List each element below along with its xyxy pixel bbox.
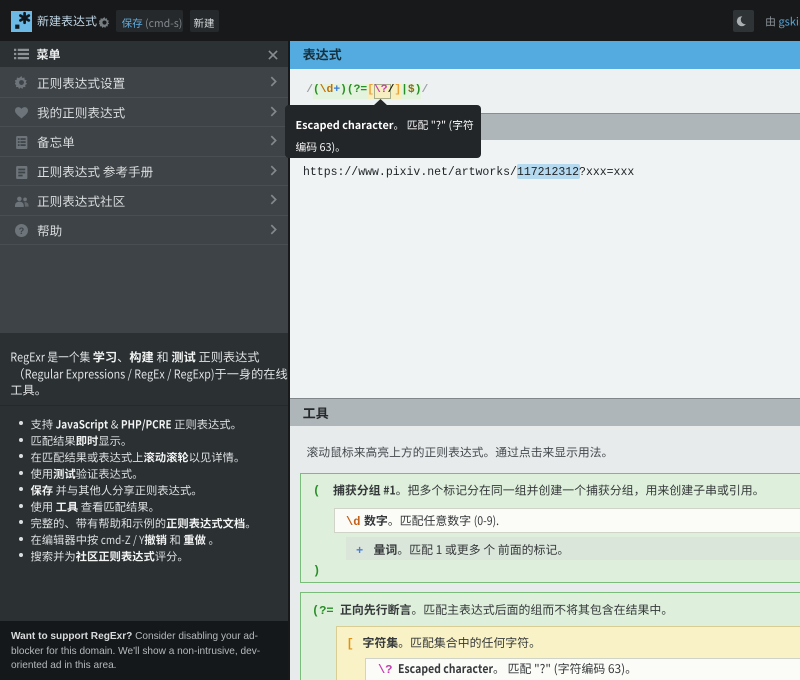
svg-text:?: ? <box>19 226 24 236</box>
